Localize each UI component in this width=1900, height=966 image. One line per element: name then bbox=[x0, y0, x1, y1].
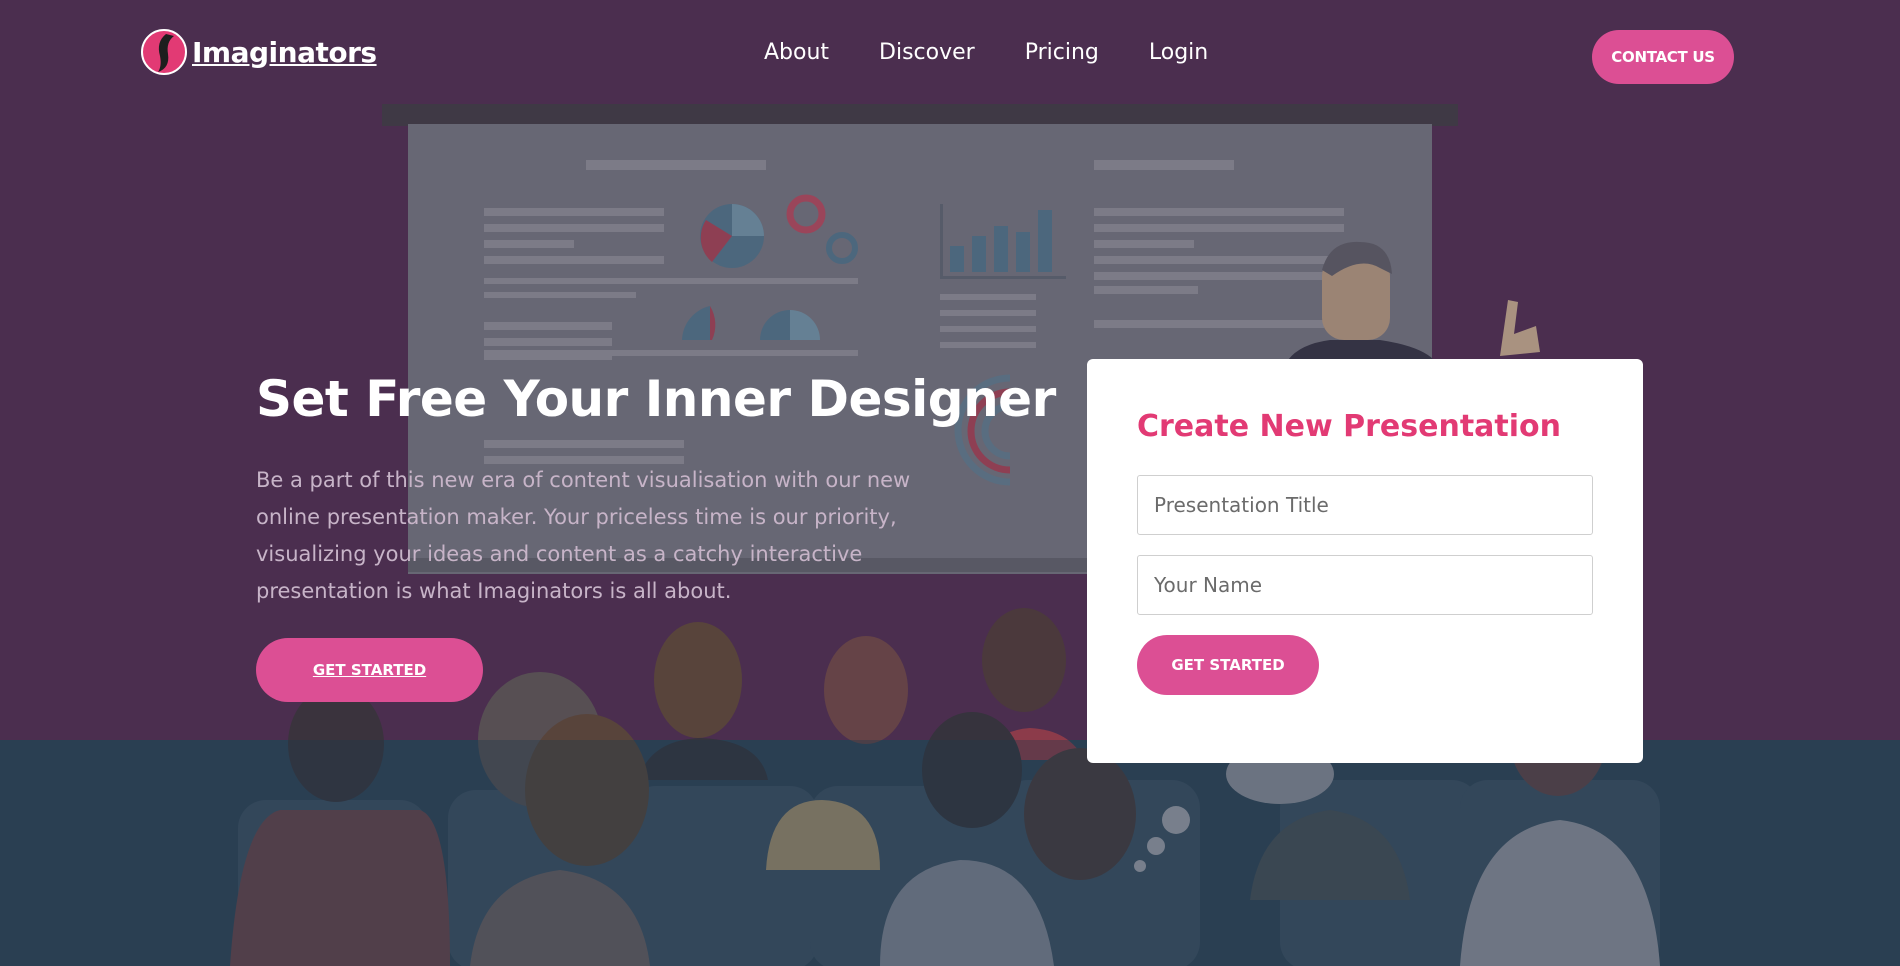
nav-item-discover[interactable]: Discover bbox=[879, 40, 975, 65]
your-name-input[interactable] bbox=[1137, 555, 1593, 615]
hero-get-started-button[interactable]: GET STARTED bbox=[256, 638, 483, 702]
nav-item-about[interactable]: About bbox=[764, 40, 829, 65]
hero-title: Set Free Your Inner Designer bbox=[256, 370, 1056, 428]
main-nav: About Discover Pricing Login bbox=[764, 40, 1208, 65]
form-get-started-button[interactable]: GET STARTED bbox=[1137, 635, 1319, 695]
brand-name: Imaginators bbox=[192, 35, 377, 69]
hero-description: Be a part of this new era of content vis… bbox=[256, 468, 911, 603]
presentation-title-input[interactable] bbox=[1137, 475, 1593, 535]
card-title: Create New Presentation bbox=[1137, 409, 1562, 444]
logo-link[interactable]: Imaginators bbox=[140, 28, 377, 76]
nav-item-login[interactable]: Login bbox=[1149, 40, 1208, 65]
nav-item-pricing[interactable]: Pricing bbox=[1025, 40, 1099, 65]
imaginators-logo-icon bbox=[141, 29, 187, 75]
contact-us-button[interactable]: CONTACT US bbox=[1592, 30, 1734, 84]
create-presentation-card: Create New Presentation GET STARTED bbox=[1087, 359, 1643, 763]
